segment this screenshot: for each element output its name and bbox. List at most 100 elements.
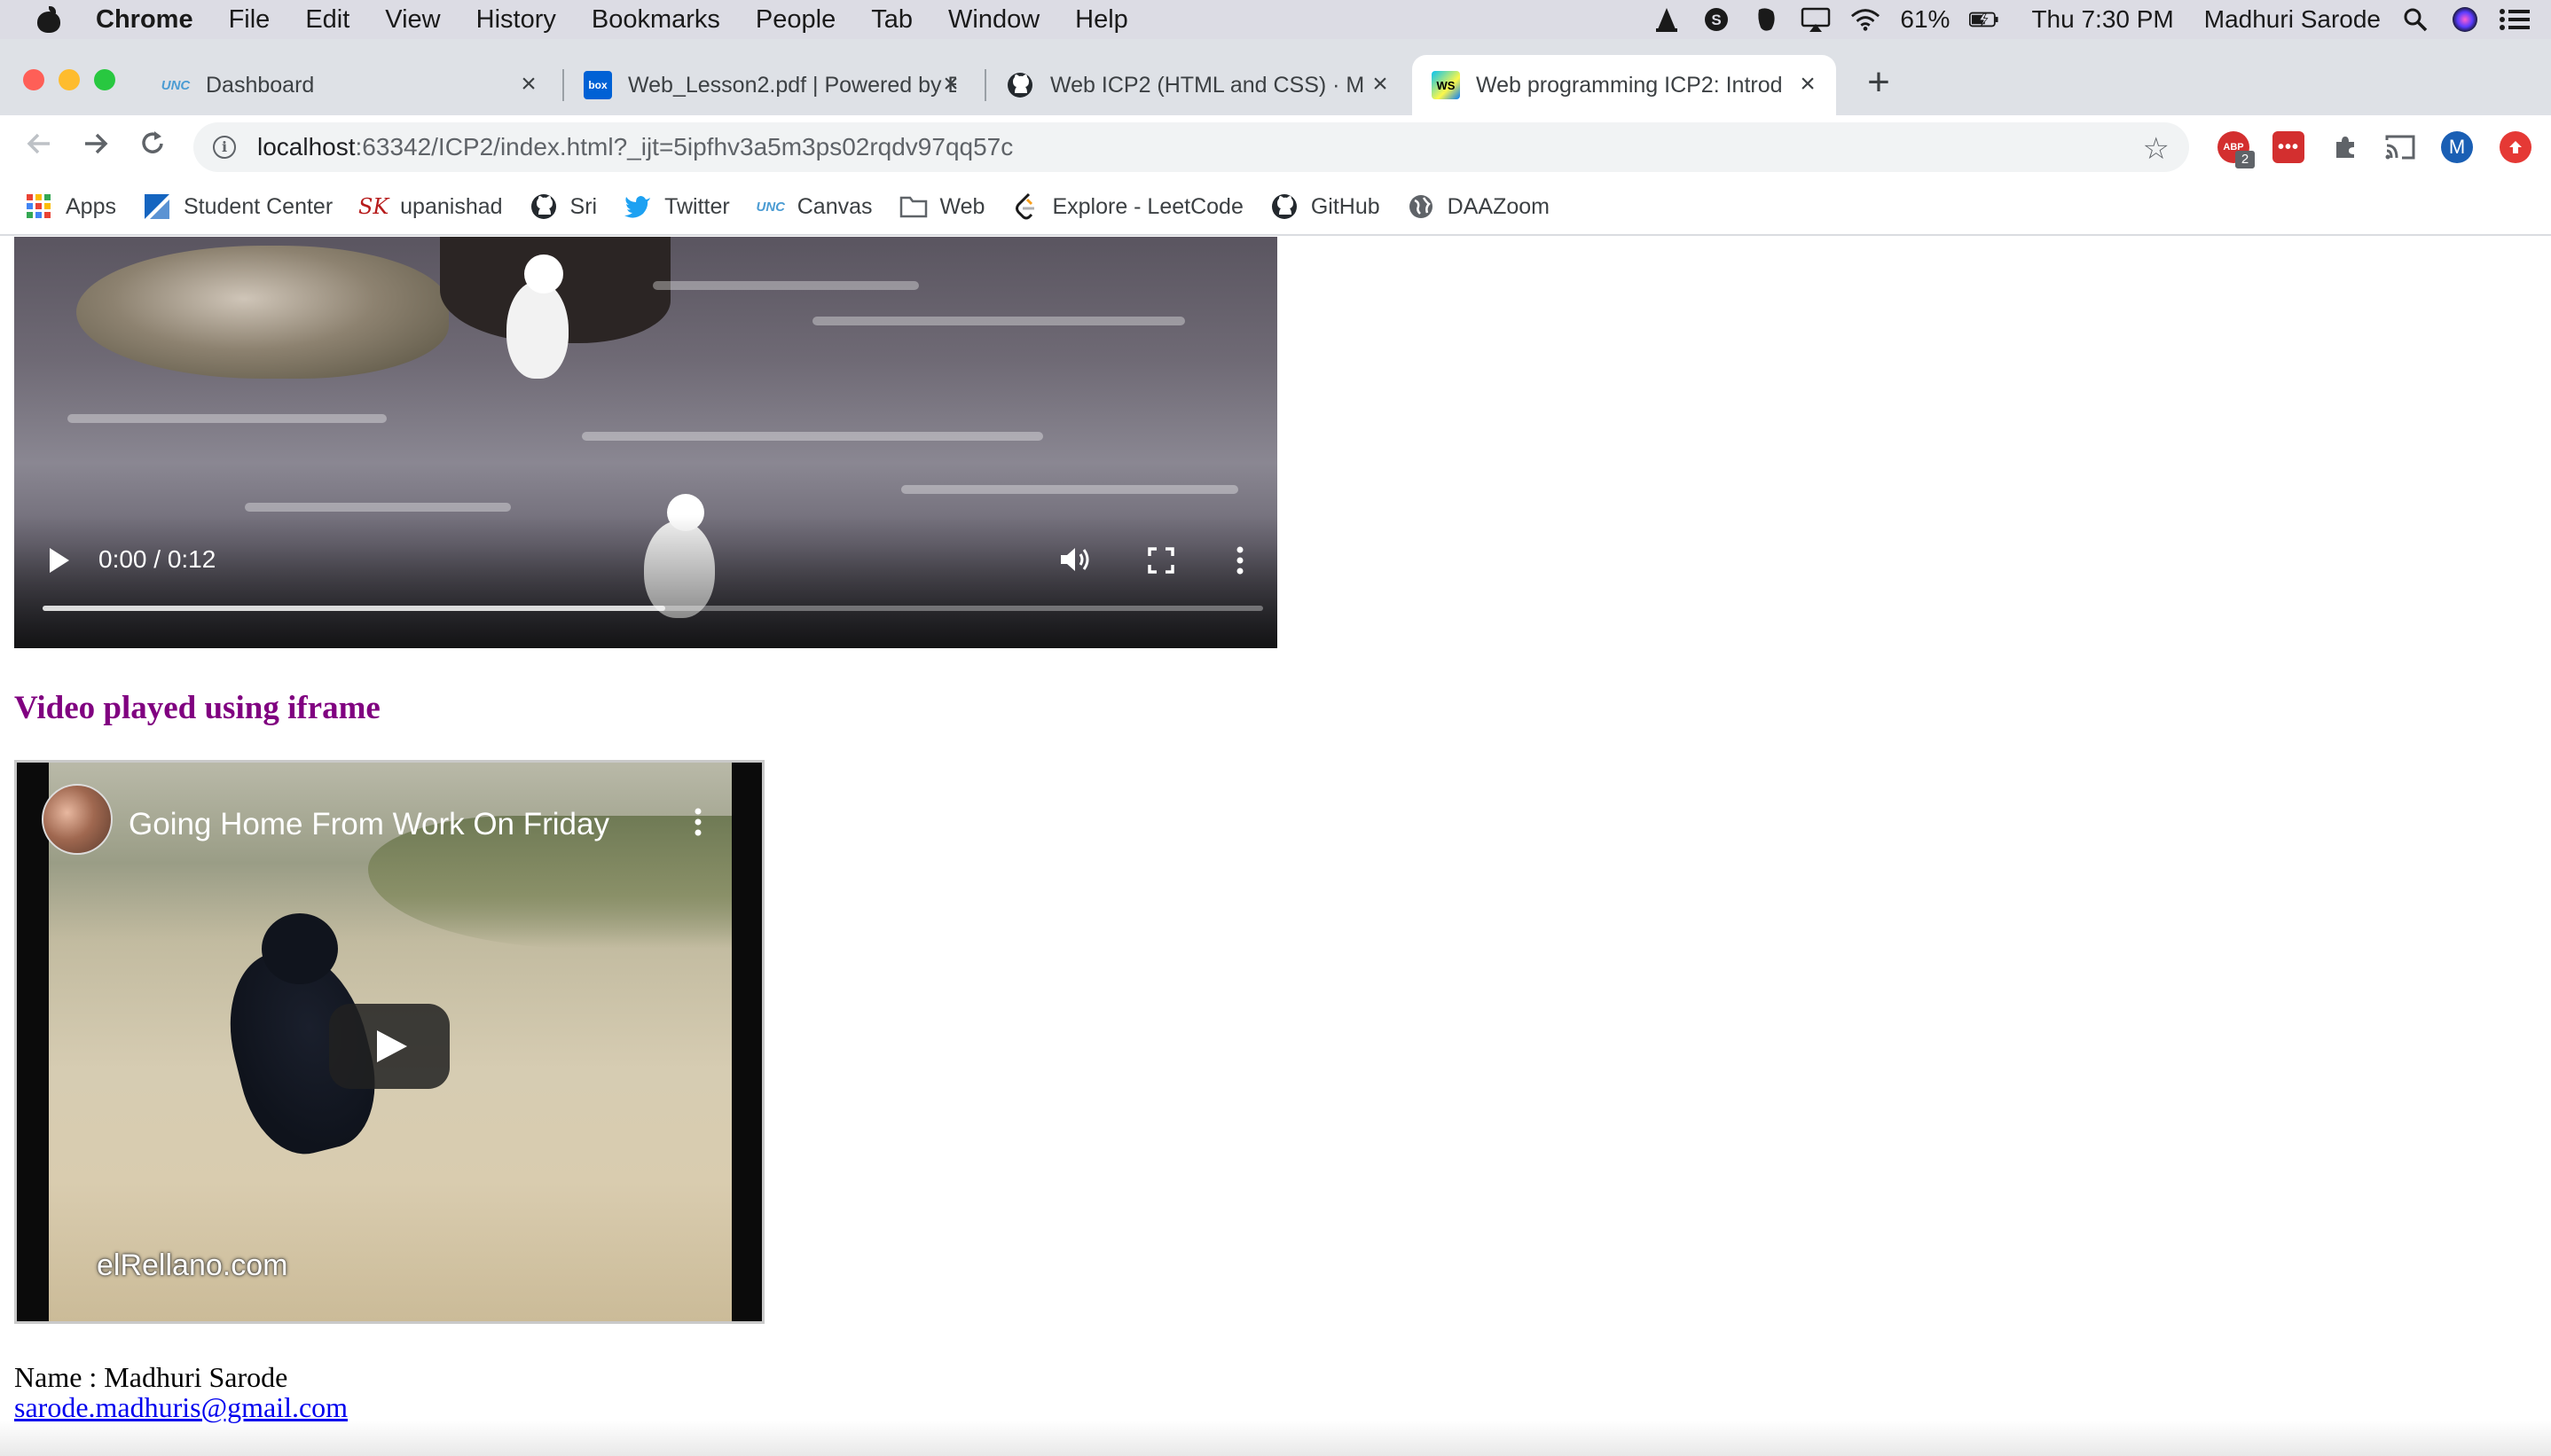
tab-web-icp2-github[interactable]: Web ICP2 (HTML and CSS) · M ×	[986, 55, 1409, 115]
bookmark-apps[interactable]: Apps	[25, 192, 116, 221]
evernote-icon[interactable]	[1751, 6, 1781, 33]
menu-window[interactable]: Window	[948, 5, 1040, 35]
battery-icon[interactable]	[1969, 6, 1999, 33]
html5-video-player[interactable]: 0:00 / 0:12	[14, 237, 1277, 648]
unc-favicon-icon: UNC	[161, 77, 191, 93]
reload-button[interactable]	[133, 128, 172, 167]
video-frame-wave	[901, 485, 1238, 494]
url-text[interactable]: localhost:63342/ICP2/index.html?_ijt=5ip…	[257, 133, 1013, 161]
bookmarks-bar: Apps Student Center SK upanishad Sri Twi…	[0, 179, 2551, 236]
profile-avatar[interactable]: M	[2441, 131, 2473, 163]
youtube-video-title[interactable]: Going Home From Work On Friday	[129, 807, 609, 842]
menu-edit[interactable]: Edit	[305, 5, 349, 35]
bookmark-label: Twitter	[664, 193, 730, 219]
menu-view[interactable]: View	[385, 5, 440, 35]
bookmark-github[interactable]: GitHub	[1270, 192, 1380, 221]
bookmark-label: DAAZoom	[1447, 193, 1550, 219]
bookmark-student-center[interactable]: Student Center	[143, 192, 333, 221]
window-close-button[interactable]	[23, 69, 44, 90]
vlc-icon[interactable]	[1652, 6, 1682, 33]
menu-tab[interactable]: Tab	[871, 5, 913, 35]
tab-dashboard[interactable]: UNC Dashboard ×	[142, 55, 557, 115]
bookmark-twitter[interactable]: Twitter	[624, 192, 730, 221]
skype-icon[interactable]: S	[1701, 6, 1731, 33]
tab-title: Web_Lesson2.pdf | Powered by Box	[628, 72, 956, 98]
window-zoom-button[interactable]	[94, 69, 115, 90]
notification-center-icon[interactable]	[2500, 6, 2530, 33]
menu-file[interactable]: File	[229, 5, 271, 35]
spotlight-icon[interactable]	[2400, 6, 2430, 33]
video-watermark: elRellano.com	[97, 1249, 288, 1282]
bookmark-label: Explore - LeetCode	[1052, 193, 1244, 219]
svg-text:S: S	[1712, 12, 1722, 28]
back-button[interactable]	[20, 128, 59, 167]
github-favicon-icon	[1006, 71, 1034, 99]
browser-toolbar: i localhost:63342/ICP2/index.html?_ijt=5…	[0, 115, 2551, 179]
bookmark-label: Canvas	[797, 193, 873, 219]
menu-app-name[interactable]: Chrome	[96, 5, 193, 35]
bookmark-star-icon[interactable]: ☆	[2143, 131, 2170, 167]
video-progress-bar[interactable]	[43, 606, 1263, 611]
site-info-icon[interactable]: i	[213, 136, 236, 159]
sk-icon: SK	[357, 194, 389, 219]
menu-bookmarks[interactable]: Bookmarks	[592, 5, 720, 35]
extensions-puzzle-icon[interactable]	[2329, 131, 2361, 163]
cast-icon[interactable]	[2384, 131, 2416, 163]
update-arrow-icon[interactable]	[2500, 131, 2531, 163]
bookmark-label: Sri	[569, 193, 598, 219]
video-frame-wave	[582, 432, 1043, 441]
bookmark-daazoom[interactable]: DAAZoom	[1407, 192, 1550, 221]
menubar-user[interactable]: Madhuri Sarode	[2204, 5, 2381, 34]
bookmark-canvas[interactable]: UNC Canvas	[756, 192, 873, 221]
window-minimize-button[interactable]	[59, 69, 80, 90]
menubar-clock[interactable]: Thu 7:30 PM	[2031, 5, 2173, 34]
tab-close-icon[interactable]: ×	[516, 71, 541, 98]
tab-web-programming-icp2[interactable]: WS Web programming ICP2: Introd ×	[1412, 55, 1836, 115]
video-more-options-icon[interactable]	[1236, 545, 1244, 575]
new-tab-button[interactable]: +	[1861, 63, 1896, 102]
video-frame-wave	[67, 414, 387, 423]
video-time-display: 0:00 / 0:12	[98, 545, 216, 573]
github-icon	[530, 192, 558, 221]
forward-button[interactable]	[76, 128, 115, 167]
video-play-icon[interactable]	[50, 548, 69, 573]
youtube-iframe-embed[interactable]: Going Home From Work On Friday elRellano…	[14, 760, 765, 1324]
box-favicon-icon: box	[584, 71, 612, 99]
siri-icon[interactable]	[2450, 6, 2480, 33]
channel-avatar[interactable]	[42, 784, 113, 855]
airplay-icon[interactable]	[1801, 6, 1831, 33]
address-bar[interactable]: i localhost:63342/ICP2/index.html?_ijt=5…	[193, 122, 2189, 172]
menu-history[interactable]: History	[476, 5, 556, 35]
youtube-play-button[interactable]	[329, 1004, 450, 1089]
bookmark-label: Apps	[66, 193, 116, 219]
bookmark-sri[interactable]: Sri	[530, 192, 598, 221]
lastpass-icon[interactable]: •••	[2272, 131, 2304, 163]
battery-percent[interactable]: 61%	[1900, 5, 1950, 34]
wifi-icon[interactable]	[1850, 6, 1880, 33]
bookmark-upanishad[interactable]: SK upanishad	[357, 192, 503, 221]
video-frame-wave	[812, 317, 1185, 325]
video-frame-wave	[653, 281, 919, 290]
menu-help[interactable]: Help	[1075, 5, 1128, 35]
tab-close-icon[interactable]: ×	[1368, 71, 1393, 98]
tab-close-icon[interactable]: ×	[1795, 71, 1820, 98]
page-content: 0:00 / 0:12 Video played using iframe Go…	[0, 237, 2551, 1456]
menu-people[interactable]: People	[756, 5, 836, 35]
apple-logo-icon[interactable]	[37, 6, 60, 33]
tab-web-lesson2-pdf[interactable]: box Web_Lesson2.pdf | Powered by Box ×	[564, 55, 979, 115]
tab-strip: UNC Dashboard × box Web_Lesson2.pdf | Po…	[0, 39, 2551, 115]
twitter-icon	[624, 192, 652, 221]
bookmark-web-folder[interactable]: Web	[899, 192, 985, 221]
video-fullscreen-icon[interactable]	[1148, 547, 1174, 574]
bookmark-leetcode[interactable]: Explore - LeetCode	[1011, 192, 1244, 221]
bookmark-label: Web	[939, 193, 985, 219]
tab-close-icon[interactable]: ×	[938, 71, 963, 98]
unc-icon: UNC	[756, 199, 785, 215]
video-volume-icon[interactable]	[1059, 545, 1095, 574]
student-center-icon	[143, 192, 171, 221]
video-controls-shade	[14, 515, 1277, 648]
tab-title: Dashboard	[206, 72, 315, 98]
email-link[interactable]: sarode.madhuris@gmail.com	[14, 1391, 348, 1424]
youtube-more-options-icon[interactable]	[695, 807, 702, 837]
adblock-badge: 2	[2235, 151, 2255, 168]
